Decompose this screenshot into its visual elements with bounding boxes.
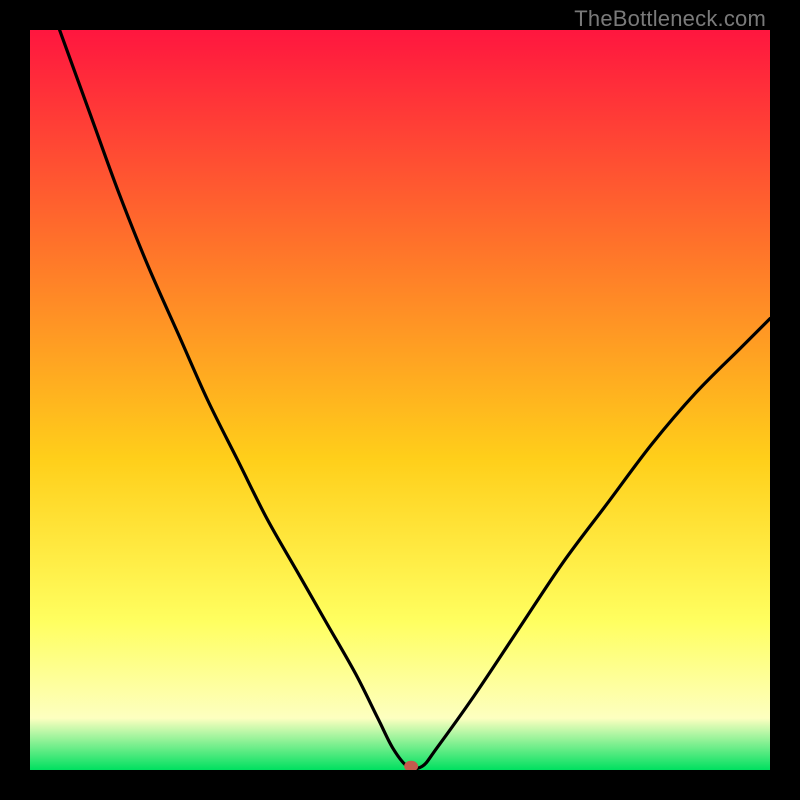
bottleneck-chart bbox=[30, 30, 770, 770]
watermark-text: TheBottleneck.com bbox=[574, 6, 766, 32]
gradient-background bbox=[30, 30, 770, 770]
